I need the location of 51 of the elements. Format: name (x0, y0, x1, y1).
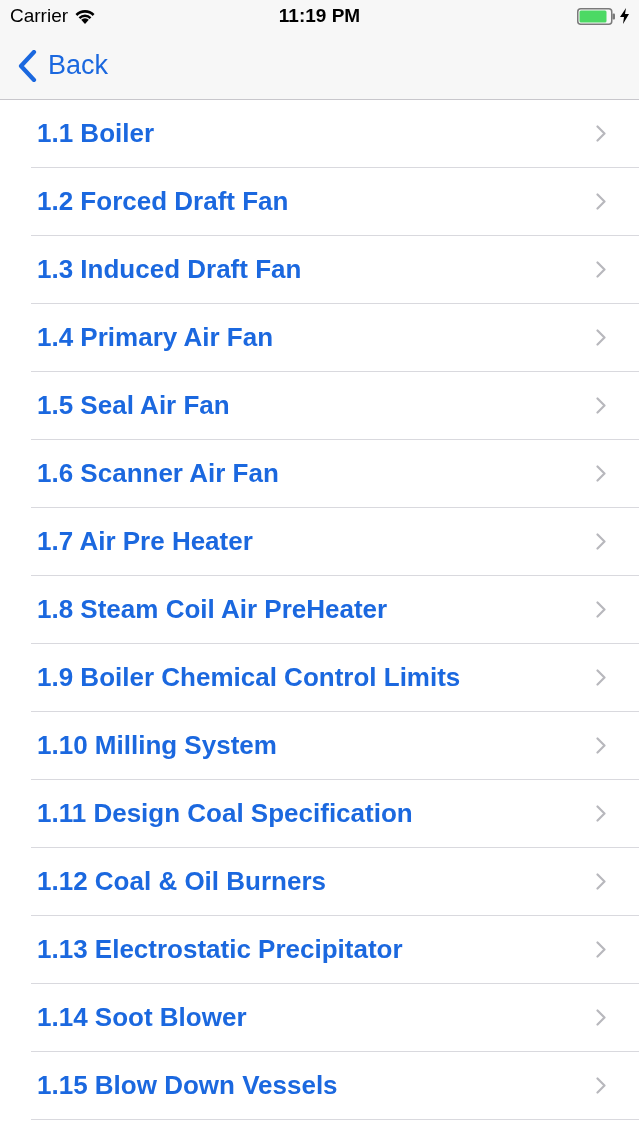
row-title: 1.6 Scanner Air Fan (37, 457, 279, 490)
list-row[interactable]: 1.9 Boiler Chemical Control Limits (31, 644, 639, 712)
chevron-right-icon (596, 941, 606, 958)
list-row[interactable]: 1.6 Scanner Air Fan (31, 440, 639, 508)
chevron-right-icon (596, 805, 606, 822)
row-title: 1.4 Primary Air Fan (37, 321, 274, 354)
row-title: 1.12 Coal & Oil Burners (37, 865, 326, 898)
row-title: 1.8 Steam Coil Air PreHeater (37, 593, 388, 626)
chevron-right-icon (596, 737, 606, 754)
row-title: 1.14 Soot Blower (37, 1001, 247, 1034)
carrier-label: Carrier (10, 3, 69, 28)
list-row[interactable]: 1.15 Blow Down Vessels (31, 1052, 639, 1120)
back-button[interactable]: Back (18, 49, 109, 82)
row-title: 1.3 Induced Draft Fan (37, 253, 302, 286)
list-row[interactable]: 1.4 Primary Air Fan (31, 304, 639, 372)
chevron-right-icon (596, 397, 606, 414)
chevron-right-icon (596, 261, 606, 278)
chevron-right-icon (596, 533, 606, 550)
chevron-right-icon (596, 125, 606, 142)
list-row[interactable]: 1.11 Design Coal Specification (31, 780, 639, 848)
row-title: 1.7 Air Pre Heater (37, 525, 253, 558)
list-row[interactable]: 1.3 Induced Draft Fan (31, 236, 639, 304)
row-title: 1.2 Forced Draft Fan (37, 185, 289, 218)
status-time: 11:19 PM (278, 3, 361, 28)
list-row[interactable]: 1.1 Boiler (31, 100, 639, 168)
list-row[interactable]: 1.8 Steam Coil Air PreHeater (31, 576, 639, 644)
row-title: 1.9 Boiler Chemical Control Limits (37, 661, 461, 694)
back-chevron-icon (18, 49, 38, 82)
list-row[interactable]: 1.7 Air Pre Heater (31, 508, 639, 576)
chevron-right-icon (596, 669, 606, 686)
row-title: 1.11 Design Coal Specification (37, 797, 413, 830)
row-title: 1.10 Milling System (37, 729, 277, 762)
list-row[interactable]: 1.13 Electrostatic Precipitator (31, 916, 639, 984)
row-title: 1.13 Electrostatic Precipitator (37, 933, 403, 966)
battery-icon (577, 7, 616, 25)
chevron-right-icon (596, 1077, 606, 1094)
chevron-right-icon (596, 873, 606, 890)
list-row[interactable]: 1.2 Forced Draft Fan (31, 168, 639, 236)
row-title: 1.1 Boiler (37, 117, 155, 150)
chevron-right-icon (596, 193, 606, 210)
row-title: 1.5 Seal Air Fan (37, 389, 230, 422)
list-row[interactable]: 1.10 Milling System (31, 712, 639, 780)
list-row[interactable]: 1.14 Soot Blower (31, 984, 639, 1052)
wifi-icon (74, 8, 97, 24)
chevron-right-icon (596, 601, 606, 618)
chevron-right-icon (596, 329, 606, 346)
row-title: 1.15 Blow Down Vessels (37, 1069, 338, 1102)
chevron-right-icon (596, 1009, 606, 1026)
list-row[interactable]: 1.12 Coal & Oil Burners (31, 848, 639, 916)
chevron-right-icon (596, 465, 606, 482)
list-row[interactable]: 1.5 Seal Air Fan (31, 372, 639, 440)
